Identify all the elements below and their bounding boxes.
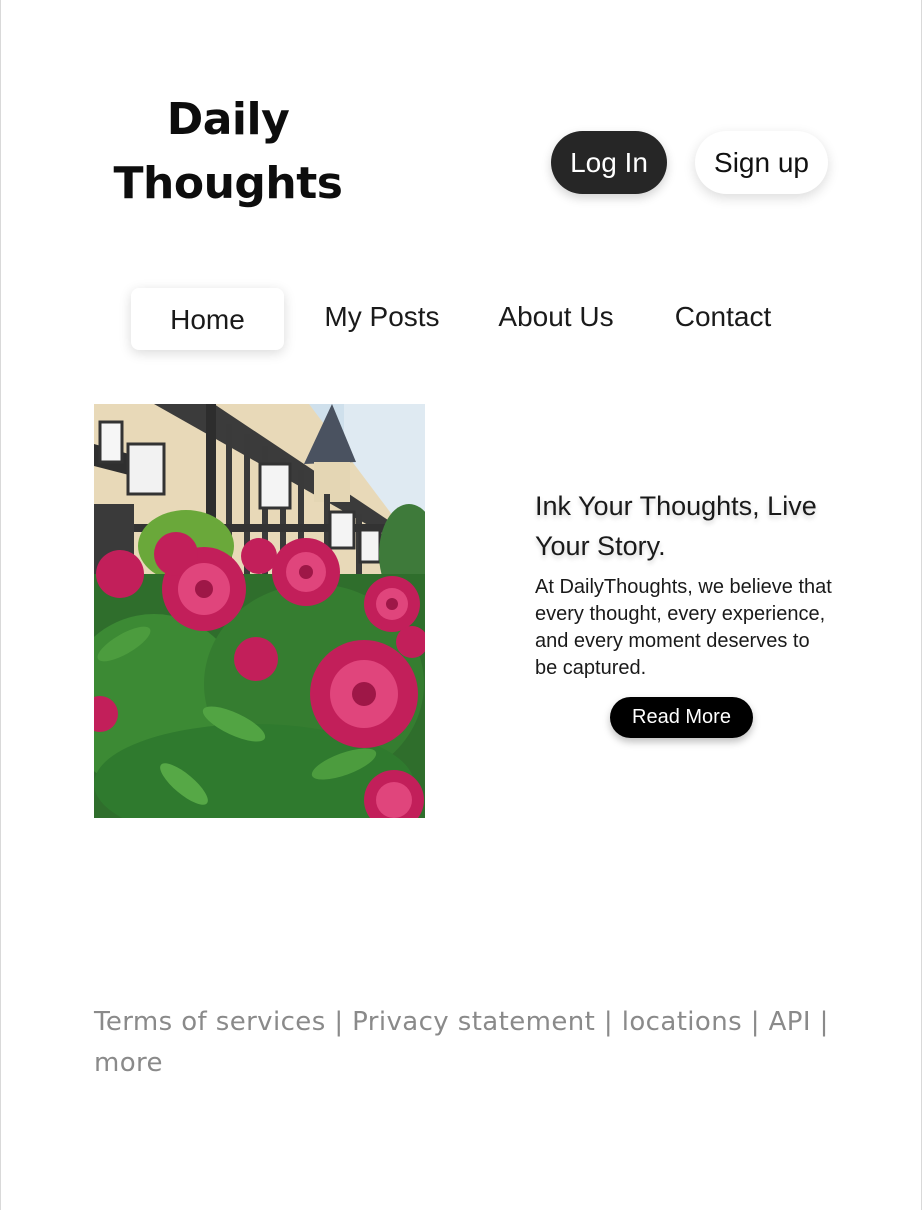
footer-link-privacy[interactable]: Privacy statement xyxy=(352,1007,595,1037)
nav-item-my-posts[interactable]: My Posts xyxy=(320,288,444,350)
footer-separator: | xyxy=(819,1007,829,1037)
footer-separator: | xyxy=(750,1007,760,1037)
read-more-button[interactable]: Read More xyxy=(610,697,753,738)
nav-item-contact[interactable]: Contact xyxy=(668,288,778,350)
nav-item-about-us[interactable]: About Us xyxy=(494,288,618,350)
footer-link-locations[interactable]: locations xyxy=(622,1007,742,1037)
site-logo[interactable]: Daily Thoughts xyxy=(108,88,348,216)
footer-separator: | xyxy=(603,1007,614,1037)
footer-separator: | xyxy=(334,1007,344,1037)
hero-heading: Ink Your Thoughts, Live Your Story. xyxy=(535,491,817,561)
logo-line-2: Thoughts xyxy=(113,158,343,209)
footer-link-more[interactable]: more xyxy=(94,1048,163,1078)
footer-link-api[interactable]: API xyxy=(769,1007,811,1037)
hero-description: At DailyThoughts, we believe that every … xyxy=(535,576,832,679)
logo-line-1: Daily xyxy=(166,94,290,145)
hero-photo xyxy=(94,404,425,818)
footer-links: Terms of services | Privacy statement | … xyxy=(94,1002,834,1084)
login-button[interactable]: Log In xyxy=(551,131,667,194)
footer-link-terms[interactable]: Terms of services xyxy=(94,1007,326,1037)
signup-button[interactable]: Sign up xyxy=(695,131,828,194)
nav-item-home[interactable]: Home xyxy=(131,288,284,350)
